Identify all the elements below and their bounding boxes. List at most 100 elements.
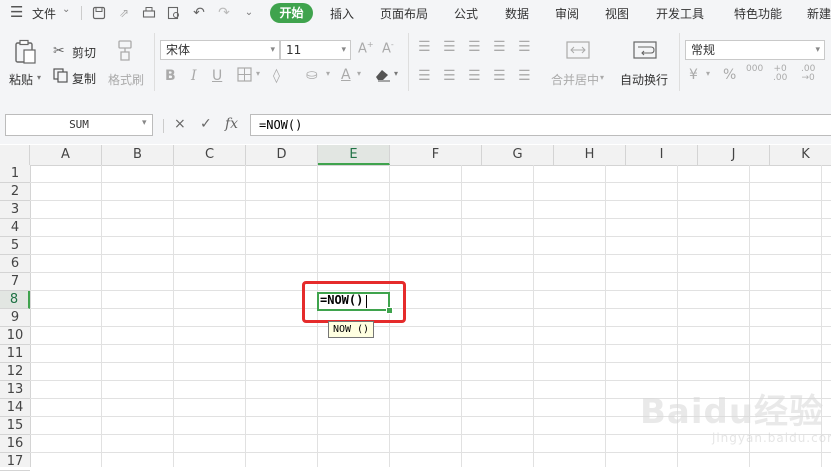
column-header[interactable]: A [30,145,102,165]
column-header[interactable]: I [626,145,698,165]
row-header[interactable]: 1 [0,165,30,183]
select-all-corner[interactable] [0,145,30,165]
align-center-icon[interactable]: ☰ [443,68,456,84]
paste-icon[interactable] [14,39,38,69]
cut-button[interactable]: 剪切 [72,44,96,61]
row-header[interactable]: 6 [0,255,30,273]
chevron-down-icon[interactable]: ▾ [706,69,710,78]
number-format-select[interactable]: 常规 ▾ [685,40,825,60]
tab-data[interactable]: 数据 [505,5,529,22]
menu-icon[interactable]: ☰ [10,3,23,21]
row-header[interactable]: 3 [0,201,30,219]
print-preview-icon[interactable] [167,6,181,20]
name-box[interactable]: SUM [5,114,153,136]
row-header[interactable]: 10 [0,327,30,345]
borders-icon[interactable] [237,67,252,86]
row-header[interactable]: 2 [0,183,30,201]
file-menu[interactable]: 文件 [32,5,56,22]
bold-icon[interactable]: B [165,68,176,84]
chevron-down-icon[interactable]: ▾ [600,73,604,82]
align-top-icon[interactable]: ☰ [418,39,431,55]
copy-icon[interactable] [53,68,68,87]
row-header[interactable]: 7 [0,273,30,291]
redo-icon[interactable]: ↷ [217,6,231,20]
formula-input[interactable]: =NOW() [250,114,831,136]
merge-center-icon[interactable] [566,40,590,64]
row-header[interactable]: 17 [0,453,30,471]
column-header[interactable]: H [554,145,626,165]
tab-review[interactable]: 审阅 [555,5,579,22]
column-header[interactable]: C [174,145,246,165]
cut-icon[interactable]: ✂ [53,43,65,59]
tab-developer[interactable]: 开发工具 [656,5,704,22]
tab-page-layout[interactable]: 页面布局 [380,5,428,22]
fill-color-icon[interactable]: ◊ [273,68,280,84]
increase-font-size-icon[interactable]: A+ [358,40,374,56]
wrap-indent-icon[interactable]: ☰ [493,39,506,55]
print-icon[interactable] [142,6,156,20]
distributed-icon[interactable]: ☰ [518,68,531,84]
justify-icon[interactable]: ☰ [493,68,506,84]
italic-icon[interactable]: I [191,68,197,84]
tab-insert[interactable]: 插入 [330,5,354,22]
column-header[interactable]: K [770,145,831,165]
customize-toolbar-icon[interactable]: ⌄ [242,6,256,20]
undo-icon[interactable]: ↶ [192,6,206,20]
share-icon[interactable]: ⇗ [117,6,131,20]
copy-button[interactable]: 复制 [72,70,96,87]
column-header[interactable]: G [482,145,554,165]
chevron-down-icon[interactable]: ▾ [256,69,260,78]
font-color-icon[interactable]: A [341,67,351,83]
chevron-down-icon[interactable]: ⌄ [62,4,70,15]
column-header[interactable]: J [698,145,770,165]
confirm-icon[interactable]: ✓ [200,116,212,132]
text-orientation-icon[interactable]: ☰ [518,39,531,55]
wrap-text-icon[interactable] [633,40,657,64]
tab-view[interactable]: 视图 [605,5,629,22]
row-header[interactable]: 16 [0,435,30,453]
underline-icon[interactable]: U [212,68,222,84]
row-header[interactable]: 11 [0,345,30,363]
row-header[interactable]: 15 [0,417,30,435]
column-header[interactable]: D [246,145,318,165]
save-icon[interactable] [92,6,106,20]
column-header[interactable]: F [390,145,482,165]
increase-decimal-icon[interactable]: +0.00 [773,65,787,83]
currency-icon[interactable]: ¥ [689,67,698,83]
paste-dropdown-icon[interactable]: ▾ [37,73,41,82]
tab-home[interactable]: 开始 [270,3,313,23]
column-header[interactable]: B [102,145,174,165]
wrap-text-button[interactable]: 自动换行 [620,71,668,88]
row-header[interactable]: 5 [0,237,30,255]
paste-button[interactable]: 粘贴 [9,71,33,88]
percent-icon[interactable]: % [723,67,736,83]
chevron-down-icon[interactable]: ▾ [142,118,147,128]
insert-function-button[interactable]: fx [225,116,238,132]
format-painter-button[interactable]: 格式刷 [108,71,144,88]
merge-center-button[interactable]: 合并居中 [551,71,599,88]
font-size-select[interactable]: 11 ▾ [280,40,351,60]
tab-new[interactable]: 新建 [807,5,831,22]
tab-special-features[interactable]: 特色功能 [734,5,782,22]
align-middle-icon[interactable]: ☰ [443,39,456,55]
row-header[interactable]: 9 [0,309,30,327]
align-right-icon[interactable]: ☰ [468,68,481,84]
decrease-font-size-icon[interactable]: A- [382,40,394,56]
chevron-down-icon[interactable]: ▾ [394,69,398,78]
align-bottom-icon[interactable]: ☰ [468,39,481,55]
chevron-down-icon[interactable]: ▾ [357,69,361,78]
format-painter-icon[interactable] [115,40,135,66]
row-header[interactable]: 13 [0,381,30,399]
column-header-selected[interactable]: E [318,145,390,165]
row-header[interactable]: 14 [0,399,30,417]
row-header[interactable]: 12 [0,363,30,381]
eraser-icon[interactable] [375,67,391,86]
decrease-decimal-icon[interactable]: .00 →0 [801,65,815,83]
tab-formulas[interactable]: 公式 [454,5,478,22]
chevron-down-icon[interactable]: ▾ [326,69,330,78]
align-left-icon[interactable]: ☰ [418,68,431,84]
row-header-selected[interactable]: 8 [0,291,30,309]
paint-bucket-icon[interactable]: ⛀ [306,67,318,83]
font-name-select[interactable]: 宋体 ▾ [160,40,280,60]
cancel-icon[interactable]: × [174,116,186,132]
